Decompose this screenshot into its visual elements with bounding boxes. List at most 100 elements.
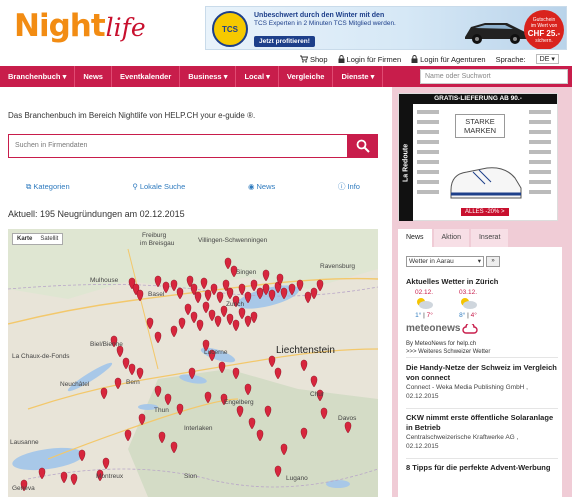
map-label-ravensburg: Ravensburg bbox=[320, 263, 356, 270]
shop-link-label: Shop bbox=[310, 54, 328, 64]
lock-icon bbox=[338, 55, 345, 63]
news-title[interactable]: Die Handy-Netze der Schweiz im Vergleich… bbox=[406, 363, 558, 383]
weather-day: 03.12. 8° | 4° bbox=[456, 289, 480, 319]
language-select[interactable]: DE ▾ bbox=[535, 54, 559, 64]
weather-low: 8° bbox=[459, 312, 466, 319]
chevron-down-icon: ▾ bbox=[477, 258, 481, 265]
weather-high: 4° bbox=[470, 312, 477, 319]
map-label-neuchatel: Neuchâtel bbox=[60, 381, 90, 388]
nav-search-input[interactable]: Name oder Suchwort bbox=[420, 69, 568, 84]
banner-headline: Unbeschwert durch den Winter mit den bbox=[254, 12, 385, 19]
meteonews-sub: By MeteoNews for help.ch >>> Weiteres Sc… bbox=[406, 340, 490, 356]
eye-icon: ◉ bbox=[247, 182, 255, 191]
company-search-input[interactable]: Suchen in Firmendaten bbox=[8, 134, 348, 158]
weather-location-select[interactable]: Wetter in Aarau ▾ bbox=[406, 256, 484, 267]
map-label-freiburg: Freiburg bbox=[142, 232, 167, 239]
main-nav: Branchenbuch ▾ News Eventkalender Busine… bbox=[0, 66, 572, 87]
language-label: Sprache: bbox=[495, 54, 526, 64]
news-source: Connect - Weka Media Publishing GmbH , bbox=[406, 384, 528, 391]
login-firms-label: Login für Firmen bbox=[346, 54, 402, 64]
meteonews-text: meteonews bbox=[406, 323, 461, 334]
weather-days: 02.12. 1° | 7° 03.12. 8° | 4° bbox=[412, 289, 480, 319]
nav-business[interactable]: Business ▾ bbox=[180, 66, 237, 87]
new-companies-count: Aktuell: 195 Neugründungen am 02.12.2015 bbox=[8, 209, 185, 219]
weather-date: 03.12. bbox=[458, 289, 478, 296]
search-button[interactable] bbox=[348, 134, 378, 158]
map-type-karte[interactable]: Karte bbox=[13, 234, 36, 244]
cloud-sun-icon bbox=[417, 298, 433, 309]
banner-cta-button[interactable]: Jetzt profitieren! bbox=[254, 36, 315, 47]
meteonews-logo[interactable]: meteonews bbox=[406, 323, 479, 334]
nav-local[interactable]: Local ▾ bbox=[236, 66, 279, 87]
news-source: Centralschweizerische Kraftwerke AG , bbox=[406, 434, 519, 441]
map-pin-icon: ⚲ bbox=[132, 182, 138, 191]
top-links: Shop Login für Firmen Login für Agenture… bbox=[300, 54, 559, 64]
info-widget: News Aktion Inserat Wetter in Aarau ▾ » … bbox=[398, 229, 562, 497]
shop-link[interactable]: Shop bbox=[300, 55, 328, 64]
nav-dienste[interactable]: Dienste ▾ bbox=[333, 66, 384, 87]
login-agencies-label: Login für Agenturen bbox=[420, 54, 486, 64]
ad-side-brand: La Redoute bbox=[399, 104, 413, 221]
map-type-satellit[interactable]: Satellit bbox=[36, 234, 62, 244]
weather-heading: Aktuelles Wetter in Zürich bbox=[406, 277, 499, 286]
news-title[interactable]: CKW nimmt erste öffentliche Solaranlage … bbox=[406, 413, 558, 433]
lock-icon bbox=[411, 55, 418, 63]
widget-tab-inserat[interactable]: Inserat bbox=[470, 229, 509, 247]
map-label-villingen: Villingen-Schwenningen bbox=[198, 237, 268, 244]
search-icon bbox=[356, 139, 370, 153]
meteo-by-text: By MeteoNews for help.ch bbox=[406, 341, 477, 347]
map-label-engelberg: Engelberg bbox=[224, 399, 254, 406]
map-label-thun: Thun bbox=[154, 407, 169, 414]
ad-top-banner: GRATIS-LIEFERUNG AB 90.- bbox=[399, 94, 557, 104]
logo-text-life: life bbox=[105, 13, 146, 42]
nav-news[interactable]: News bbox=[75, 66, 112, 87]
tab-info[interactable]: ⓘ Info bbox=[338, 181, 360, 192]
login-firms-link[interactable]: Login für Firmen bbox=[338, 54, 402, 64]
intro-text: Das Branchenbuch im Bereich Nightlife vo… bbox=[8, 111, 256, 120]
tcs-logo-icon: TCS bbox=[212, 11, 248, 47]
header: Night life TCS Unbeschwert durch den Win… bbox=[0, 0, 572, 66]
login-agencies-link[interactable]: Login für Agenturen bbox=[411, 54, 486, 64]
car-icon bbox=[465, 23, 527, 44]
map-label-geneva: Geneva bbox=[12, 485, 35, 492]
language-value: DE bbox=[539, 55, 550, 63]
map-label-biel: Biel/Bienne bbox=[90, 341, 123, 348]
nav-vergleiche[interactable]: Vergleiche bbox=[279, 66, 334, 87]
more-weather-link[interactable]: >>> Weiteres Schweizer Wetter bbox=[406, 348, 490, 356]
sidebar: GRATIS-LIEFERUNG AB 90.- La Redoute STAR… bbox=[392, 87, 572, 497]
map-label-basel: Basel bbox=[148, 291, 165, 298]
widget-tabs: News Aktion Inserat bbox=[398, 229, 562, 247]
tab-news[interactable]: ◉ News bbox=[248, 181, 275, 192]
weather-go-button[interactable]: » bbox=[486, 256, 500, 267]
map-label-chaux-de-fonds: La Chaux-de-Fonds bbox=[12, 353, 70, 360]
nav-eventkalender[interactable]: Eventkalender bbox=[112, 66, 181, 87]
news-item[interactable]: Die Handy-Netze der Schweiz im Vergleich… bbox=[406, 363, 558, 401]
map-type-control[interactable]: Karte Satellit bbox=[12, 233, 64, 245]
external-link-icon: ⧉ bbox=[26, 181, 32, 191]
map-label-liechtenstein: Liechtenstein bbox=[276, 345, 335, 356]
map-label-montreux: Montreux bbox=[96, 473, 124, 480]
ad-sales-button[interactable]: ALLES -20% > bbox=[461, 208, 509, 216]
divider bbox=[406, 408, 558, 409]
nav-branchenbuch[interactable]: Branchenbuch ▾ bbox=[0, 66, 76, 87]
widget-tab-news[interactable]: News bbox=[398, 229, 432, 247]
banner-subline: TCS Experten in 2 Minuten TCS Mitglied w… bbox=[254, 20, 396, 27]
weather-low: 1° bbox=[415, 312, 422, 319]
la-redoute-ad[interactable]: GRATIS-LIEFERUNG AB 90.- La Redoute STAR… bbox=[398, 93, 558, 221]
map-label-mulhouse: Mulhouse bbox=[90, 277, 119, 284]
company-map[interactable]: Karte Satellit Freiburg im Breisgau Vill… bbox=[8, 229, 378, 497]
news-item[interactable]: CKW nimmt erste öffentliche Solaranlage … bbox=[406, 413, 558, 451]
map-label-davos: Davos bbox=[338, 415, 357, 422]
tab-lokale-suche[interactable]: ⚲ Lokale Suche bbox=[132, 181, 185, 192]
site-logo[interactable]: Night life bbox=[14, 8, 146, 48]
weather-day: 02.12. 1° | 7° bbox=[412, 289, 436, 319]
map-label-chur: Chur bbox=[310, 391, 325, 398]
cart-icon bbox=[300, 55, 308, 63]
news-title[interactable]: 8 Tipps für die perfekte Advent-Werbung bbox=[406, 463, 558, 473]
widget-tab-aktion[interactable]: Aktion bbox=[433, 229, 469, 247]
ad-marken-text: STARKE MARKEN bbox=[455, 114, 505, 138]
tcs-banner-ad[interactable]: TCS Unbeschwert durch den Winter mit den… bbox=[205, 6, 567, 50]
map-label-lucerne: Lucerne bbox=[204, 349, 228, 356]
tab-kategorien[interactable]: ⧉ Kategorien bbox=[26, 181, 70, 192]
news-item[interactable]: 8 Tipps für die perfekte Advent-Werbung bbox=[406, 463, 558, 473]
